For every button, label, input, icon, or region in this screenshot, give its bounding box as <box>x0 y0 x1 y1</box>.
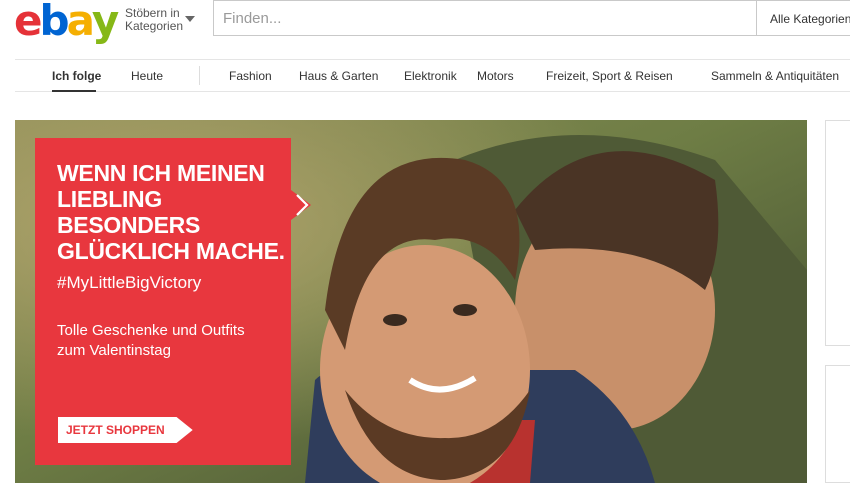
nav-item-fashion[interactable]: Fashion <box>229 69 272 83</box>
logo-letter-b: b <box>39 0 70 45</box>
header: ebay Stöbern in Kategorien Alle Kategori… <box>0 0 850 44</box>
side-panel-bottom <box>825 365 850 483</box>
chevron-down-icon <box>185 16 195 22</box>
category-nav: Ich folge Heute Fashion Haus & Garten El… <box>15 59 850 92</box>
logo-letter-e: e <box>14 0 42 45</box>
promo-headline: WENN ICH MEINEN LIEBLING BESONDERS GLÜCK… <box>57 160 285 264</box>
promo-box: WENN ICH MEINEN LIEBLING BESONDERS GLÜCK… <box>35 138 291 465</box>
promo-arrow-icon <box>291 190 311 220</box>
search-box <box>213 0 756 36</box>
hero-banner[interactable]: WENN ICH MEINEN LIEBLING BESONDERS GLÜCK… <box>15 120 807 483</box>
logo-letter-y: y <box>91 0 119 45</box>
browse-label-line2: Kategorien <box>125 19 184 33</box>
nav-divider <box>199 66 200 85</box>
category-select[interactable]: Alle Kategorien <box>756 0 850 36</box>
search-input[interactable] <box>214 1 756 35</box>
nav-item-sammeln[interactable]: Sammeln & Antiquitäten <box>711 69 839 83</box>
side-panel-top <box>825 120 850 346</box>
nav-active-indicator <box>52 90 96 92</box>
nav-item-ich-folge[interactable]: Ich folge <box>52 69 101 83</box>
logo-letter-a: a <box>66 0 95 45</box>
promo-hashtag: #MyLittleBigVictory <box>57 273 202 292</box>
nav-item-haus-garten[interactable]: Haus & Garten <box>299 69 378 83</box>
ebay-logo[interactable]: ebay <box>14 0 119 45</box>
nav-item-heute[interactable]: Heute <box>131 69 163 83</box>
shop-now-button[interactable]: JETZT SHOPPEN <box>58 417 193 443</box>
nav-item-freizeit[interactable]: Freizeit, Sport & Reisen <box>546 69 673 83</box>
nav-item-elektronik[interactable]: Elektronik <box>404 69 457 83</box>
browse-categories-button[interactable]: Stöbern in Kategorien <box>125 7 195 33</box>
nav-item-motors[interactable]: Motors <box>477 69 514 83</box>
promo-subtext: Tolle Geschenke und Outfits zum Valentin… <box>57 322 245 359</box>
